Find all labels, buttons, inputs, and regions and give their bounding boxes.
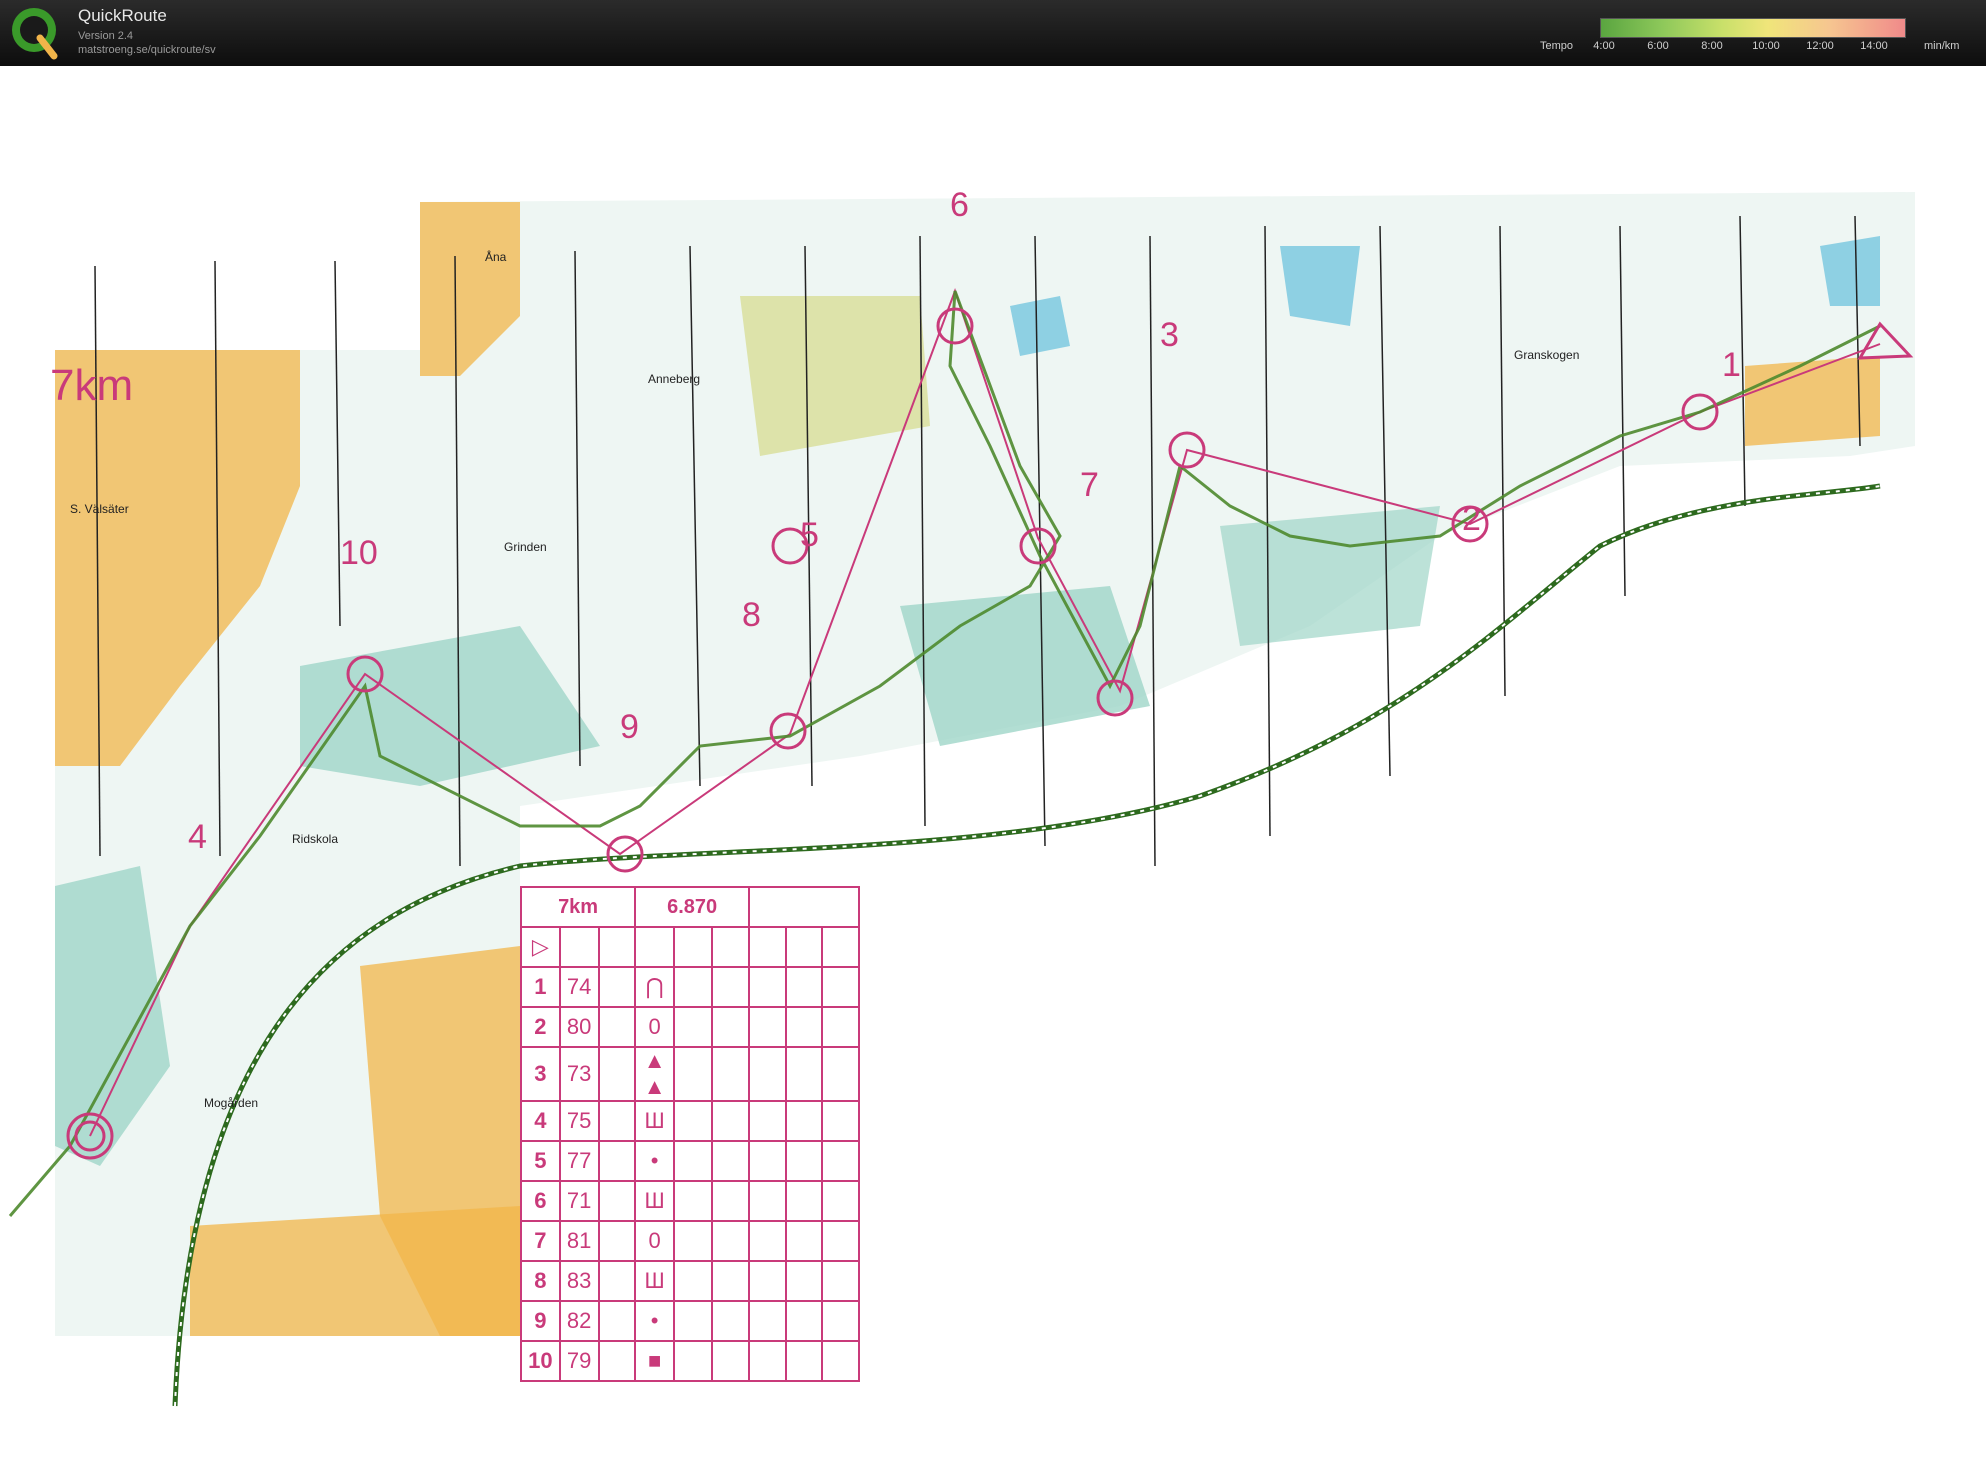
quickroute-logo-icon: [12, 8, 58, 60]
control-number: 10: [340, 534, 378, 572]
description-row: 7 81 0: [520, 1220, 860, 1262]
control-number: 6: [950, 186, 969, 224]
control-description-sheet: 7km 6.870 ▷ 1 74 ⋂ 2 80 0 3 73 ▲ ▲ 4 75 Ш 5 77 • 6…: [519, 886, 860, 1382]
description-row: 9 82 •: [520, 1300, 860, 1342]
app-version: Version 2.4: [78, 30, 134, 42]
feature-symbol-icon: ⋂: [634, 966, 676, 1008]
tempo-tick: 12:00: [1806, 40, 1834, 52]
tempo-tick: 8:00: [1701, 40, 1723, 52]
control-number: 2: [1462, 500, 1481, 538]
start-triangle-icon: ▷: [520, 926, 561, 968]
control-number: 8: [742, 596, 761, 634]
control-number: 3: [1160, 316, 1179, 354]
tempo-unit: min/km: [1924, 40, 1960, 52]
place-name: Ridskola: [292, 832, 339, 846]
tempo-color-scale: [1600, 18, 1906, 38]
description-row: 5 77 •: [520, 1140, 860, 1182]
description-row: 1 74 ⋂: [520, 966, 860, 1008]
place-name: Anneberg: [648, 372, 701, 386]
description-row: 3 73 ▲ ▲: [520, 1046, 860, 1102]
control-number: 7: [1080, 466, 1099, 504]
tempo-tick: 10:00: [1752, 40, 1780, 52]
description-header-row: 7km 6.870: [519, 886, 860, 928]
feature-symbol-icon: 0: [634, 1220, 676, 1262]
description-row: 6 71 Ш: [520, 1180, 860, 1222]
orienteering-map[interactable]: 1 2 3 4 5 6 7 8 9 10 Åna Anneberg S. Väl…: [0, 66, 1986, 1470]
tempo-label: Tempo: [1540, 40, 1574, 52]
description-row: 10 79 ■: [520, 1340, 860, 1382]
tempo-tick: 4:00: [1593, 40, 1615, 52]
feature-symbol-icon: •: [634, 1140, 676, 1182]
tempo-tick: 6:00: [1647, 40, 1669, 52]
feature-symbol-icon: Ш: [634, 1100, 676, 1142]
description-row: 8 83 Ш: [520, 1260, 860, 1302]
feature-symbol-icon: 0: [634, 1006, 676, 1048]
feature-symbol-icon: Ш: [634, 1180, 676, 1222]
course-name: 7km: [519, 886, 637, 928]
place-name: Grinden: [504, 540, 547, 554]
control-number: 9: [620, 708, 639, 746]
tempo-tick: 14:00: [1860, 40, 1888, 52]
control-number: 4: [188, 818, 207, 856]
map-canvas: [8, 192, 1915, 1407]
place-name: Mogården: [204, 1096, 259, 1110]
place-name: Granskogen: [1514, 348, 1580, 362]
feature-symbol-icon: Ш: [634, 1260, 676, 1302]
app-title: QuickRoute: [78, 6, 167, 25]
feature-symbol-icon: ■: [634, 1340, 676, 1382]
description-row: 4 75 Ш: [520, 1100, 860, 1142]
app-url: matstroeng.se/quickroute/sv: [78, 44, 216, 56]
course-title: 7km: [50, 361, 134, 410]
description-row: 2 80 0: [520, 1006, 860, 1048]
control-number: 1: [1722, 346, 1741, 384]
start-row: ▷: [520, 926, 860, 968]
course-length: 6.870: [634, 886, 751, 928]
place-name: S. Välsäter: [70, 502, 129, 516]
feature-symbol-icon: ▲ ▲: [634, 1046, 676, 1102]
place-name: Åna: [485, 250, 507, 264]
control-number: 5: [800, 516, 819, 554]
title-bar: QuickRoute Version 2.4 matstroeng.se/qui…: [0, 0, 1986, 66]
feature-symbol-icon: •: [634, 1300, 676, 1342]
